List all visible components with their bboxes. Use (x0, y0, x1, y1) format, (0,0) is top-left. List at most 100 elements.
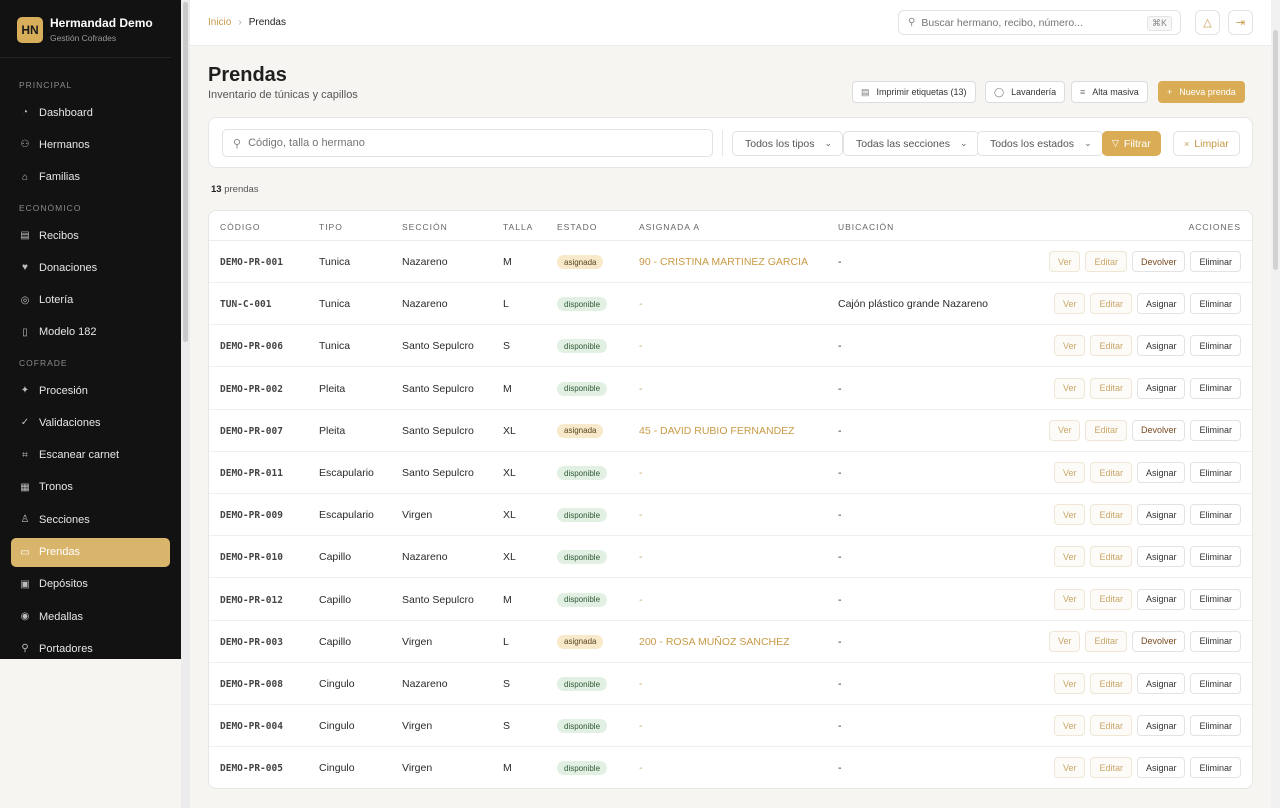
cell-assigned[interactable]: 45 - DAVID RUBIO FERNANDEZ (639, 425, 795, 437)
eliminar-button[interactable]: Eliminar (1190, 630, 1241, 652)
column-section[interactable]: SECCIÓN (402, 222, 448, 232)
page-scrollbar[interactable] (1271, 0, 1280, 808)
editar-button[interactable]: Editar (1090, 504, 1132, 526)
ver-button[interactable]: Ver (1053, 546, 1086, 568)
devolver-button[interactable]: Devolver (1131, 251, 1186, 272)
devolver-button[interactable]: Devolver (1131, 630, 1186, 652)
ver-button[interactable]: Ver (1053, 504, 1086, 526)
editar-button[interactable]: Editar (1085, 251, 1127, 272)
editar-button[interactable]: Editar (1090, 757, 1132, 779)
eliminar-button[interactable]: Eliminar (1190, 293, 1241, 315)
asignar-button[interactable]: Asignar (1136, 588, 1186, 610)
editar-button[interactable]: Editar (1090, 293, 1132, 315)
eliminar-button[interactable]: Eliminar (1190, 377, 1241, 399)
sidebar-item-hermanos[interactable]: ⚇ Hermanos (11, 130, 170, 159)
sidebar-item-validaciones[interactable]: ✓ Validaciones (11, 408, 170, 437)
cell-assigned[interactable]: 90 - CRISTINA MARTINEZ GARCIA (639, 256, 808, 268)
editar-button[interactable]: Editar (1085, 419, 1127, 441)
sidebar-item-escanear-carnet[interactable]: ⌗ Escanear carnet (11, 441, 170, 470)
sidebar-item-familias[interactable]: ⌂ Familias (11, 163, 170, 192)
section-select[interactable]: Todas las secciones ⌄ (843, 131, 979, 156)
editar-button[interactable]: Editar (1090, 588, 1132, 610)
type-select[interactable]: Todos los tipos ⌄ (732, 131, 844, 156)
eliminar-button[interactable]: Eliminar (1190, 757, 1241, 779)
editar-button[interactable]: Editar (1090, 462, 1132, 483)
eliminar-button[interactable]: Eliminar (1190, 673, 1241, 694)
sidebar-item-donaciones[interactable]: ♥ Donaciones (11, 253, 170, 282)
global-search[interactable]: ⚲ ⌘K (898, 10, 1181, 35)
eliminar-button[interactable]: Eliminar (1190, 251, 1241, 272)
garment-search[interactable]: ⚲ (222, 129, 713, 157)
column-size[interactable]: TALLA (503, 222, 533, 232)
ver-button[interactable]: Ver (1048, 251, 1081, 272)
sidebar-item-secciones[interactable]: ♙ Secciones (11, 505, 170, 534)
cell-assigned[interactable]: 200 - ROSA MUÑOZ SANCHEZ (639, 636, 790, 648)
notifications-button[interactable]: △ (1195, 10, 1220, 35)
sidebar-item-dashboard[interactable]: ◔ Dashboard (11, 98, 170, 127)
sidebar-item-dep-sitos[interactable]: ▣ Depósitos (11, 570, 170, 599)
asignar-button[interactable]: Asignar (1136, 504, 1186, 526)
bulk-add-button[interactable]: ≡ Alta masiva (1071, 81, 1148, 103)
ver-button[interactable]: Ver (1048, 419, 1081, 441)
asignar-button[interactable]: Asignar (1136, 377, 1186, 399)
devolver-button[interactable]: Devolver (1131, 419, 1186, 441)
status-select[interactable]: Todos los estados ⌄ (977, 131, 1103, 156)
asignar-button[interactable]: Asignar (1136, 715, 1186, 737)
ver-button[interactable]: Ver (1053, 377, 1086, 399)
column-code[interactable]: CÓDIGO (220, 222, 260, 232)
new-garment-button[interactable]: + Nueva prenda (1158, 81, 1245, 103)
ver-button[interactable]: Ver (1053, 757, 1086, 779)
sidebar-scrollbar-thumb[interactable] (183, 2, 188, 342)
eliminar-button[interactable]: Eliminar (1190, 419, 1241, 441)
editar-button[interactable]: Editar (1085, 630, 1127, 652)
eliminar-button[interactable]: Eliminar (1190, 546, 1241, 568)
ver-button[interactable]: Ver (1048, 630, 1081, 652)
sidebar-item-prendas[interactable]: ▭ Prendas (11, 537, 170, 567)
ver-button[interactable]: Ver (1053, 293, 1086, 315)
ver-button[interactable]: Ver (1053, 335, 1086, 357)
garment-search-input[interactable] (248, 137, 679, 149)
editar-button[interactable]: Editar (1090, 377, 1132, 399)
asignar-button[interactable]: Asignar (1136, 673, 1186, 694)
editar-button[interactable]: Editar (1090, 335, 1132, 357)
filter-button[interactable]: ▽ Filtrar (1102, 131, 1161, 156)
eliminar-button[interactable]: Eliminar (1190, 335, 1241, 357)
asignar-button[interactable]: Asignar (1136, 546, 1186, 568)
asignar-button[interactable]: Asignar (1136, 757, 1186, 779)
asignar-button[interactable]: Asignar (1136, 462, 1186, 483)
laundry-button[interactable]: ◯ Lavandería (985, 81, 1066, 103)
sidebar-item-portadores[interactable]: ⚲ Portadores (11, 634, 170, 659)
eliminar-button[interactable]: Eliminar (1190, 462, 1241, 483)
ver-button[interactable]: Ver (1053, 673, 1086, 694)
global-search-input[interactable] (921, 16, 1142, 29)
ver-button[interactable]: Ver (1053, 715, 1086, 737)
sidebar-item-loter-a[interactable]: ◎ Lotería (11, 286, 170, 315)
sidebar-item-procesi-n[interactable]: ✦ Procesión (11, 376, 170, 405)
asignar-button[interactable]: Asignar (1136, 335, 1186, 357)
print-labels-button[interactable]: ▤ Imprimir etiquetas (13) (852, 81, 976, 103)
ver-button[interactable]: Ver (1053, 588, 1086, 610)
sidebar-item-medallas[interactable]: ◉ Medallas (11, 602, 170, 631)
column-type[interactable]: TIPO (319, 222, 343, 232)
sidebar-item-modelo-182[interactable]: ▯ Modelo 182 (11, 318, 170, 347)
page-scrollbar-thumb[interactable] (1273, 30, 1278, 270)
ver-button[interactable]: Ver (1053, 462, 1086, 483)
brand[interactable]: HN Hermandad Demo Gestión Cofrades (0, 0, 171, 58)
eliminar-button[interactable]: Eliminar (1190, 504, 1241, 526)
editar-button[interactable]: Editar (1090, 673, 1132, 694)
clear-button[interactable]: × Limpiar (1173, 131, 1240, 156)
column-assigned[interactable]: ASIGNADA A (639, 222, 700, 232)
eliminar-button[interactable]: Eliminar (1190, 588, 1241, 610)
breadcrumb-home[interactable]: Inicio (208, 17, 231, 28)
column-status[interactable]: ESTADO (557, 222, 597, 232)
eliminar-button[interactable]: Eliminar (1190, 715, 1241, 737)
column-location[interactable]: UBICACIÓN (838, 222, 894, 232)
sidebar-item-tronos[interactable]: ▦ Tronos (11, 473, 170, 502)
logout-button[interactable]: ⇥ (1228, 10, 1253, 35)
sidebar-scrollbar[interactable] (181, 0, 190, 808)
sidebar-item-recibos[interactable]: ▤ Recibos (11, 221, 170, 250)
editar-button[interactable]: Editar (1090, 546, 1132, 568)
asignar-button[interactable]: Asignar (1136, 293, 1186, 315)
column-actions: ACCIONES (1188, 222, 1241, 232)
editar-button[interactable]: Editar (1090, 715, 1132, 737)
